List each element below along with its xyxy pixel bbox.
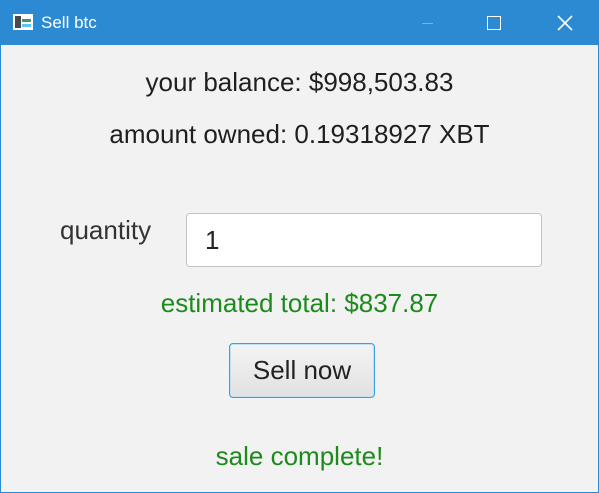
title-bar[interactable]: Sell btc xyxy=(1,1,598,45)
quantity-label: quantity xyxy=(60,215,152,245)
estimated-total-text: estimated total: $837.87 xyxy=(160,288,439,318)
app-window-icon xyxy=(13,14,33,30)
maximize-button[interactable] xyxy=(471,1,517,45)
close-icon xyxy=(557,15,573,31)
quantity-input[interactable] xyxy=(186,213,542,267)
balance-text: your balance: $998,503.83 xyxy=(145,67,454,97)
sell-now-button[interactable]: Sell now xyxy=(229,343,375,398)
minimize-icon xyxy=(421,22,433,24)
minimize-button[interactable] xyxy=(404,1,450,45)
maximize-icon xyxy=(487,16,501,30)
sell-window: Sell btc your balance: $998,503.83 amoun… xyxy=(0,0,599,493)
amount-owned-text: amount owned: 0.19318927 XBT xyxy=(109,119,490,149)
window-title: Sell btc xyxy=(41,13,97,32)
sell-form: your balance: $998,503.83 amount owned: … xyxy=(1,45,598,492)
close-button[interactable] xyxy=(542,1,588,45)
sale-status-text: sale complete! xyxy=(215,441,384,471)
